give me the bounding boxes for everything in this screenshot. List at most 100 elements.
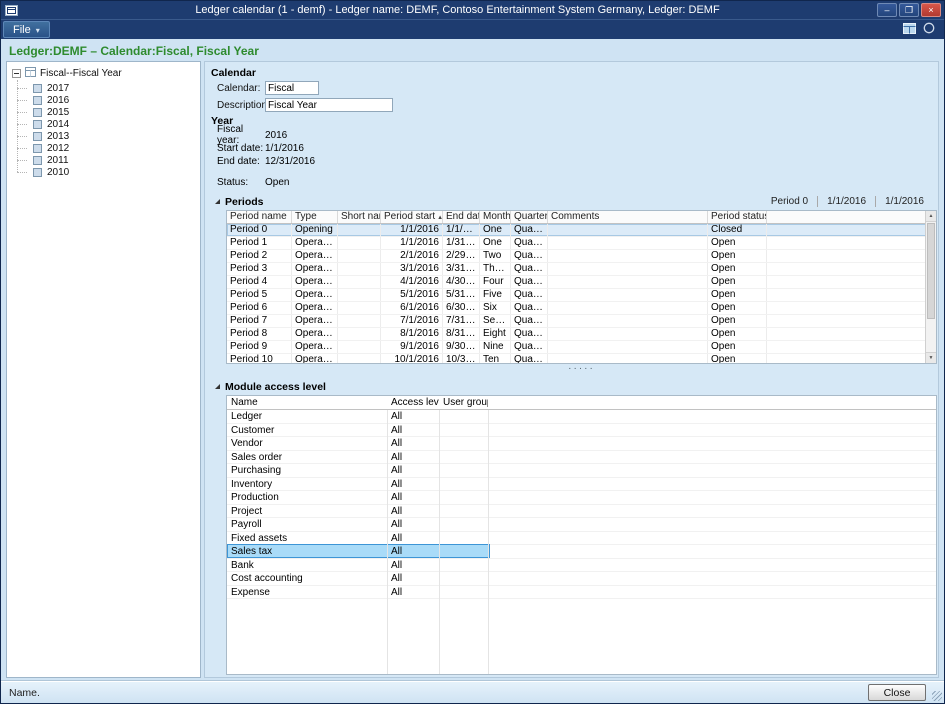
module-row[interactable]: VendorAll bbox=[227, 437, 936, 451]
period-row[interactable]: Period 0Opening1/1/20161/1/2016OneQuarte… bbox=[227, 224, 927, 237]
period-row[interactable]: Period 5Operating5/1/20165/31/2016FiveQu… bbox=[227, 289, 927, 302]
tree-item-year[interactable]: 2010 bbox=[33, 166, 200, 178]
module-column-header[interactable]: Access level bbox=[387, 396, 439, 409]
module-row[interactable]: LedgerAll bbox=[227, 410, 936, 424]
period-row[interactable]: Period 3Operating3/1/20163/31/2016ThreeQ… bbox=[227, 263, 927, 276]
period-cell: Operating bbox=[292, 302, 338, 314]
description-input[interactable] bbox=[265, 98, 393, 112]
tree-children: 20172016201520142013201220112010 bbox=[33, 82, 200, 178]
periods-column-header[interactable]: Quarter bbox=[511, 211, 548, 223]
period-row[interactable]: Period 9Operating9/1/20169/30/2016NineQu… bbox=[227, 341, 927, 354]
tree-item-year[interactable]: 2015 bbox=[33, 106, 200, 118]
tree-item-year[interactable]: 2012 bbox=[33, 142, 200, 154]
close-window-button[interactable]: × bbox=[921, 3, 941, 17]
calendar-field-row: Calendar: bbox=[217, 81, 938, 95]
start-date-value: 1/1/2016 bbox=[265, 143, 304, 154]
scrollbar-thumb[interactable] bbox=[927, 223, 935, 319]
period-cell bbox=[338, 315, 381, 327]
periods-column-header[interactable]: Short name bbox=[338, 211, 381, 223]
titlebar[interactable]: Ledger calendar (1 - demf) - Ledger name… bbox=[1, 1, 944, 19]
module-row[interactable]: Fixed assetsAll bbox=[227, 532, 936, 546]
period-row[interactable]: Period 10Operating10/1/201610/31/2016Ten… bbox=[227, 354, 927, 364]
column-label: Comments bbox=[551, 211, 599, 223]
module-column-header[interactable]: User group bbox=[439, 396, 488, 409]
period-cell: Quarter 2 bbox=[511, 276, 548, 288]
periods-column-header[interactable]: Period status bbox=[708, 211, 767, 223]
periods-scrollbar[interactable] bbox=[925, 211, 936, 363]
form-close-button[interactable]: Close bbox=[868, 684, 926, 701]
module-row[interactable]: PurchasingAll bbox=[227, 464, 936, 478]
module-column-header[interactable]: Name bbox=[227, 396, 387, 409]
period-cell: Three bbox=[480, 263, 511, 275]
period-row[interactable]: Period 2Operating2/1/20162/29/2016TwoQua… bbox=[227, 250, 927, 263]
column-divider bbox=[387, 396, 388, 674]
page-title: Ledger:DEMF – Calendar:Fiscal, Fiscal Ye… bbox=[6, 39, 939, 61]
module-row[interactable]: Sales taxAll bbox=[227, 545, 936, 559]
calendar-input[interactable] bbox=[265, 81, 319, 95]
period-cell: Quarter 3 bbox=[511, 341, 548, 353]
periods-column-header[interactable]: End date bbox=[443, 211, 480, 223]
module-row[interactable]: ProductionAll bbox=[227, 491, 936, 505]
module-row[interactable]: Cost accountingAll bbox=[227, 572, 936, 586]
period-cell: 2/1/2016 bbox=[381, 250, 443, 262]
fiscal-year-value: 2016 bbox=[265, 130, 287, 141]
periods-column-header[interactable]: Comments bbox=[548, 211, 708, 223]
period-row[interactable]: Period 1Operating1/1/20161/31/2016OneQua… bbox=[227, 237, 927, 250]
period-cell: 4/1/2016 bbox=[381, 276, 443, 288]
module-cell bbox=[439, 491, 488, 504]
periods-header-row: Period nameTypeShort namePeriod startEnd… bbox=[227, 211, 927, 224]
periods-section-header[interactable]: Periods Period 01/1/20161/1/2016 bbox=[215, 195, 933, 208]
module-row[interactable]: Sales orderAll bbox=[227, 451, 936, 465]
module-row[interactable]: ProjectAll bbox=[227, 505, 936, 519]
module-cell bbox=[488, 545, 936, 558]
module-cell bbox=[439, 518, 488, 531]
tree-root-node[interactable]: Fiscal--Fiscal Year bbox=[12, 67, 200, 80]
help-icon[interactable] bbox=[923, 21, 935, 39]
module-cell: All bbox=[387, 518, 439, 531]
tree-item-year[interactable]: 2014 bbox=[33, 118, 200, 130]
maximize-button[interactable]: ❐ bbox=[899, 3, 919, 17]
periods-column-header[interactable]: Period name bbox=[227, 211, 292, 223]
module-row[interactable]: CustomerAll bbox=[227, 424, 936, 438]
period-cell: Operating bbox=[292, 276, 338, 288]
period-cell bbox=[338, 276, 381, 288]
module-row[interactable]: ExpenseAll bbox=[227, 586, 936, 600]
periods-column-filler bbox=[767, 211, 927, 223]
periods-column-header[interactable]: Month bbox=[480, 211, 511, 223]
module-section-header[interactable]: Module access level bbox=[215, 380, 933, 393]
period-row[interactable]: Period 4Operating4/1/20164/30/2016FourQu… bbox=[227, 276, 927, 289]
period-cell: Period 3 bbox=[227, 263, 292, 275]
splitter-handle[interactable] bbox=[226, 675, 937, 678]
module-row[interactable]: InventoryAll bbox=[227, 478, 936, 492]
file-menu-button[interactable]: File bbox=[3, 21, 50, 38]
module-cell bbox=[488, 491, 936, 504]
period-row[interactable]: Period 8Operating8/1/20168/31/2016EightQ… bbox=[227, 328, 927, 341]
resize-grip[interactable] bbox=[932, 691, 942, 701]
scroll-down-icon[interactable] bbox=[926, 352, 936, 363]
period-cell bbox=[767, 328, 927, 340]
window-controls: – ❐ × bbox=[877, 3, 944, 17]
period-cell: 8/31/2016 bbox=[443, 328, 480, 340]
minimize-button[interactable]: – bbox=[877, 3, 897, 17]
periods-column-header[interactable]: Type bbox=[292, 211, 338, 223]
tree-item-year[interactable]: 2016 bbox=[33, 94, 200, 106]
tree-item-year[interactable]: 2013 bbox=[33, 130, 200, 142]
year-node-icon bbox=[33, 120, 42, 129]
period-row[interactable]: Period 7Operating7/1/20167/31/2016SevenQ… bbox=[227, 315, 927, 328]
tree-item-year[interactable]: 2017 bbox=[33, 82, 200, 94]
period-cell bbox=[767, 302, 927, 314]
module-cell: All bbox=[387, 545, 439, 558]
period-cell: Operating bbox=[292, 354, 338, 364]
scroll-up-icon[interactable] bbox=[926, 211, 936, 222]
splitter-handle[interactable] bbox=[226, 364, 937, 373]
tree-root-label: Fiscal--Fiscal Year bbox=[40, 68, 122, 79]
module-cell bbox=[488, 518, 936, 531]
tree-item-year[interactable]: 2011 bbox=[33, 154, 200, 166]
period-row[interactable]: Period 6Operating6/1/20166/30/2016SixQua… bbox=[227, 302, 927, 315]
module-cell: Project bbox=[227, 505, 387, 518]
periods-column-header[interactable]: Period start bbox=[381, 211, 443, 223]
module-row[interactable]: BankAll bbox=[227, 559, 936, 573]
tree-collapse-toggle[interactable] bbox=[12, 69, 21, 78]
module-row[interactable]: PayrollAll bbox=[227, 518, 936, 532]
window-layout-icon[interactable] bbox=[903, 21, 916, 39]
